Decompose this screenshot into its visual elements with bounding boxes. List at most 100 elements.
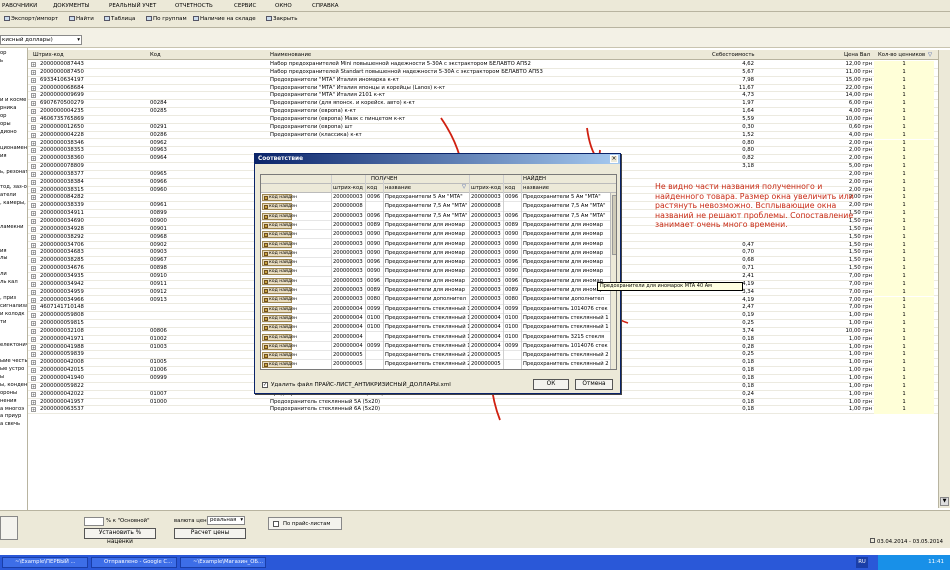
match-row[interactable]: код найден 200000003 0096 Предохранители 5 …: [261, 193, 611, 203]
found-name: Предохранитель стеклянный 2: [523, 361, 609, 368]
match-table: ПОЛУЧЕН НАЙДЕН штрих-код код название ▽ …: [260, 174, 617, 370]
match-row[interactable]: код найден 200000004 0100 Предохранитель ст…: [261, 314, 611, 324]
found-code: 0100: [505, 324, 519, 331]
col-found-name[interactable]: название: [523, 185, 549, 191]
delete-file-checkbox[interactable]: ✓: [262, 382, 268, 388]
found-barcode: 200000003: [471, 221, 501, 228]
cancel-button[interactable]: Отмена: [575, 379, 613, 390]
match-row[interactable]: код найден 200000003 0090 Предохранители дл…: [261, 230, 611, 240]
found-code: 0096: [505, 212, 519, 219]
match-row[interactable]: код найден 200000003 0090 Предохранители дл…: [261, 249, 611, 259]
match-dialog: Соответствие × ПОЛУЧЕН НАЙДЕН штрих-код …: [254, 153, 621, 394]
found-code: 0090: [505, 240, 519, 247]
status-badge: код найден: [262, 342, 297, 350]
found-name: Предохранитель 1014076 стек: [523, 305, 608, 312]
found-code: 0099: [505, 342, 519, 349]
ok-button[interactable]: ОК: [533, 379, 569, 390]
found-code: 0080: [505, 296, 519, 303]
received-name: Предохранители для иномар: [385, 249, 465, 256]
lock-icon: [264, 242, 268, 247]
match-row[interactable]: код найден 200000003 0089 Предохранители дл…: [261, 286, 611, 296]
match-row[interactable]: код найден 200000003 0089 Предохранители дл…: [261, 221, 611, 231]
match-row[interactable]: код найден 200000003 0096 Предохранители дл…: [261, 258, 611, 268]
found-name: Предохранитель стеклянный 1: [523, 314, 609, 321]
dialog-title: Соответствие: [255, 154, 620, 164]
received-name: Предохранитель стеклянный 1: [385, 333, 469, 340]
lock-icon: [264, 326, 268, 331]
status-text: код найден: [269, 269, 298, 275]
found-name: Предохранитель 1014076 стек: [523, 342, 608, 349]
status-text: код найден: [269, 213, 298, 219]
status-text: код найден: [269, 260, 298, 266]
received-name: Предохранитель стеклянный 2: [385, 352, 469, 359]
status-badge: код найден: [262, 277, 297, 285]
received-header: ПОЛУЧЕН: [371, 176, 398, 182]
found-barcode: 200000004: [471, 324, 501, 331]
received-barcode: 200000005: [333, 361, 363, 368]
match-row[interactable]: код найден 200000003 0090 Предохранители дл…: [261, 240, 611, 249]
found-name: Предохранители дополнител: [523, 296, 604, 303]
found-name: Предохранители для иномар: [523, 221, 603, 228]
status-text: код найден: [269, 306, 298, 312]
match-row[interactable]: код найден 200000004 0099 Предохранитель ст…: [261, 342, 611, 352]
found-barcode: 200000003: [471, 240, 501, 247]
status-badge: код найден: [262, 212, 297, 220]
match-row[interactable]: код найден 200000003 0080 Предохранители до…: [261, 295, 611, 305]
lock-icon: [264, 354, 268, 359]
received-barcode: 200000004: [333, 342, 363, 349]
status-text: код найден: [269, 232, 298, 238]
match-row[interactable]: код найден 200000004 0100 Предохранитель ст…: [261, 323, 611, 333]
received-code: 0090: [367, 240, 381, 247]
status-badge: код найден: [262, 240, 297, 248]
lock-icon: [264, 261, 268, 266]
found-code: 0089: [505, 221, 519, 228]
filter-icon[interactable]: ▽: [462, 184, 466, 190]
match-row[interactable]: код найден 200000003 0096 Предохранители дл…: [261, 277, 611, 286]
received-name: Предохранитель стеклянный 1: [385, 305, 469, 312]
received-barcode: 200000003: [333, 259, 363, 266]
match-row[interactable]: код найден 200000003 0090 Предохранители дл…: [261, 267, 611, 277]
delete-file-label: Удалить файл ПРАЙС-ЛИСТ_АНТИКРИЗИСНЫЙ_ДО…: [271, 382, 451, 388]
match-row[interactable]: код найден 200000004 Предохранитель стекля…: [261, 333, 611, 342]
found-barcode: 200000004: [471, 314, 501, 321]
found-barcode: 200000003: [471, 231, 501, 238]
received-name: Предохранители для иномар: [385, 240, 465, 247]
status-text: код найден: [269, 325, 298, 331]
lock-icon: [264, 233, 268, 238]
lock-icon: [264, 251, 268, 256]
match-row[interactable]: код найден 200000003 0096 Предохранители 7,…: [261, 212, 611, 221]
match-row[interactable]: код найден 200000004 0099 Предохранитель ст…: [261, 305, 611, 314]
col-found-code[interactable]: код: [505, 185, 515, 191]
status-text: код найден: [269, 288, 298, 293]
dialog-close-icon[interactable]: ×: [610, 155, 618, 163]
dialog-scroll-thumb[interactable]: [612, 195, 616, 255]
found-code: 0090: [505, 268, 519, 275]
received-name: Предохранители для иномар: [385, 277, 465, 284]
col-received-name[interactable]: название: [385, 185, 411, 191]
found-barcode: 200000005: [471, 361, 501, 368]
status-text: код найден: [269, 297, 298, 303]
found-header: НАЙДЕН: [523, 176, 547, 182]
col-received-code[interactable]: код: [367, 185, 377, 191]
match-row[interactable]: код найден 200000005 Предохранитель стекля…: [261, 351, 611, 361]
received-code: 0096: [367, 194, 381, 200]
found-barcode: 200000004: [471, 305, 501, 312]
received-barcode: 200000003: [333, 194, 363, 200]
col-found-barcode[interactable]: штрих-код: [471, 185, 501, 191]
lock-icon: [264, 279, 268, 284]
received-code: 0090: [367, 249, 381, 256]
received-code: 0099: [367, 342, 381, 349]
match-row[interactable]: код найден 200000005 Предохранитель стекля…: [261, 360, 611, 369]
found-barcode: 200000003: [471, 249, 501, 256]
received-code: 0100: [367, 314, 381, 321]
received-code: 0096: [367, 277, 381, 284]
found-code: 0096: [505, 277, 519, 284]
match-row[interactable]: код найден 200000008 Предохранители 7,5 Ам…: [261, 202, 611, 212]
found-code: 0090: [505, 231, 519, 238]
received-barcode: 200000003: [333, 287, 363, 293]
received-code: 0099: [367, 305, 381, 312]
annotation-comment: Не видно части названия полученного и на…: [655, 182, 854, 230]
received-code: 0100: [367, 324, 381, 331]
found-name: Предохранители для иномар: [523, 268, 603, 275]
col-received-barcode[interactable]: штрих-код: [333, 185, 363, 191]
